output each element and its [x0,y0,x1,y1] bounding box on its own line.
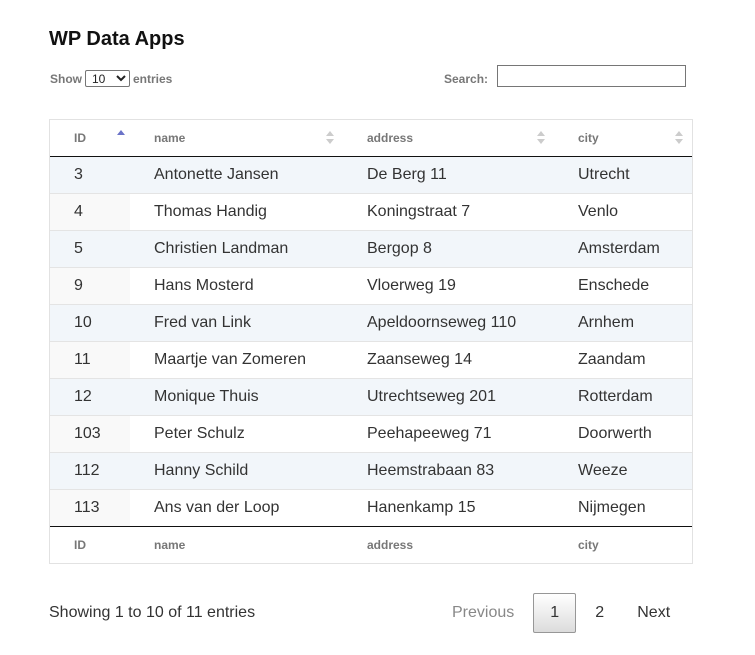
column-header-label: ID [74,131,86,145]
table-info: Showing 1 to 10 of 11 entries [49,604,256,621]
cell-city: Rotterdam [554,378,692,416]
cell-city: Venlo [554,193,692,231]
search-control: Search: [444,65,687,87]
search-input[interactable] [497,65,687,87]
cell-id: 9 [50,267,130,305]
cell-city: Enschede [554,267,692,305]
footer-column-name: name [130,526,343,563]
cell-address: Vloerweg 19 [343,267,554,305]
cell-address: Bergop 8 [343,230,554,268]
table-row[interactable]: 3 Antonette Jansen De Berg 11 Utrecht [50,156,692,194]
cell-name: Christien Landman [130,230,343,268]
table-row[interactable]: 103 Peter Schulz Peehapeeweg 71 Doorwerth [50,415,692,453]
cell-name: Hans Mosterd [130,267,343,305]
cell-id: 113 [50,489,130,527]
sort-ascending-icon [117,130,125,144]
footer-row: ID name address city [50,526,692,563]
cell-id: 103 [50,415,130,453]
cell-city: Weeze [554,452,692,490]
sort-both-icon [537,131,545,145]
entries-length-control: Show 10 entries [50,70,172,87]
cell-id: 3 [50,156,130,194]
cell-address: Apeldoornseweg 110 [343,304,554,342]
table-row[interactable]: 113 Ans van der Loop Hanenkamp 15 Nijmegen [50,489,692,527]
cell-id: 10 [50,304,130,342]
cell-name: Ans van der Loop [130,489,343,527]
cell-name: Fred van Link [130,304,343,342]
page-button-2[interactable]: 2 [578,593,621,633]
cell-name: Antonette Jansen [130,156,343,194]
column-header-city[interactable]: city [554,120,692,157]
table-row[interactable]: 12 Monique Thuis Utrechtseweg 201 Rotterdam [50,378,692,416]
cell-id: 4 [50,193,130,231]
pagination: Previous 1 2 Next [438,593,684,633]
cell-id: 5 [50,230,130,268]
next-page-button[interactable]: Next [623,593,684,633]
cell-id: 12 [50,378,130,416]
cell-address: Heemstrabaan 83 [343,452,554,490]
footer-column-city: city [554,526,692,563]
column-header-label: address [367,131,414,145]
table-row[interactable]: 9 Hans Mosterd Vloerweg 19 Enschede [50,267,692,305]
cell-id: 112 [50,452,130,490]
search-label: Search: [444,72,489,86]
cell-address: De Berg 11 [343,156,554,194]
entries-label: entries [133,71,173,86]
column-header-id[interactable]: ID [50,120,130,157]
cell-city: Amsterdam [554,230,692,268]
table-footer: ID name address city [50,526,692,563]
table-row[interactable]: 5 Christien Landman Bergop 8 Amsterdam [50,230,692,268]
cell-address: Peehapeeweg 71 [343,415,554,453]
header-row: ID name address city [50,120,692,157]
show-label: Show [50,71,82,86]
cell-address: Zaanseweg 14 [343,341,554,379]
column-header-label: city [578,131,599,145]
cell-address: Koningstraat 7 [343,193,554,231]
table-row[interactable]: 10 Fred van Link Apeldoornseweg 110 Arnhem [50,304,692,342]
previous-page-button[interactable]: Previous [438,593,528,633]
cell-city: Utrecht [554,156,692,194]
page-title: WP Data Apps [49,28,185,50]
table-row[interactable]: 4 Thomas Handig Koningstraat 7 Venlo [50,193,692,231]
sort-both-icon [326,131,334,145]
cell-address: Utrechtseweg 201 [343,378,554,416]
cell-name: Hanny Schild [130,452,343,490]
cell-city: Doorwerth [554,415,692,453]
column-header-name[interactable]: name [130,120,343,157]
cell-name: Thomas Handig [130,193,343,231]
entries-per-page-select[interactable]: 10 [85,70,130,87]
cell-city: Nijmegen [554,489,692,527]
footer-column-address: address [343,526,554,563]
data-table-container: ID name address city 3 Antonette Jansen De… [49,119,693,564]
cell-name: Peter Schulz [130,415,343,453]
cell-id: 11 [50,341,130,379]
cell-name: Maartje van Zomeren [130,341,343,379]
cell-city: Arnhem [554,304,692,342]
cell-name: Monique Thuis [130,378,343,416]
column-header-label: name [154,131,186,145]
sort-both-icon [675,131,683,145]
table-row[interactable]: 112 Hanny Schild Heemstrabaan 83 Weeze [50,452,692,490]
page-button-1[interactable]: 1 [533,593,577,633]
table-header: ID name address city [50,120,692,157]
cell-city: Zaandam [554,341,692,379]
data-table: ID name address city 3 Antonette Jansen De… [50,120,692,563]
column-header-address[interactable]: address [343,120,554,157]
table-body: 3 Antonette Jansen De Berg 11 Utrecht 4 Thoma… [50,156,692,527]
table-row[interactable]: 11 Maartje van Zomeren Zaanseweg 14 Zaandam [50,341,692,379]
footer-column-id: ID [50,526,130,563]
cell-address: Hanenkamp 15 [343,489,554,527]
